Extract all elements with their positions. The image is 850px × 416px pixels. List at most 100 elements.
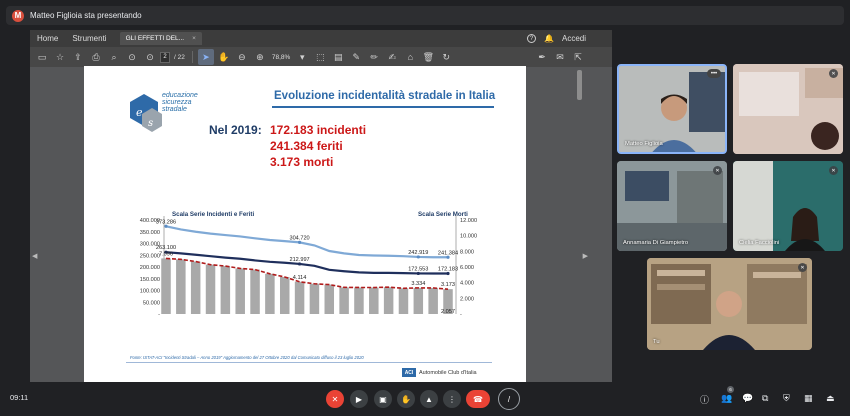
participant-tile[interactable]: ••• Matteo Figlioia [617, 64, 727, 154]
zoom-in-icon[interactable]: ⊕ [252, 49, 268, 65]
more-options-icon[interactable]: ••• [707, 69, 721, 78]
captions-button[interactable]: ▣ [374, 390, 392, 408]
more-options-button[interactable]: ⋮ [443, 390, 461, 408]
draw-icon[interactable]: ✍ [384, 49, 400, 65]
comment-icon[interactable]: ▤ [330, 49, 346, 65]
lock-icon[interactable]: ⏏ [826, 393, 835, 404]
participant-count-badge: 6 [727, 386, 734, 393]
camera-button[interactable]: ▶ [350, 390, 368, 408]
right-tick-label: 8.000 [460, 249, 474, 255]
es-logo: e s educazione sicurezza stradale [128, 92, 202, 138]
left-tick-label: 150.000 [140, 277, 160, 283]
chat-icon[interactable]: 💬 [742, 393, 753, 404]
participant-tile[interactable]: ✕ [733, 64, 843, 154]
aci-mark: ACI [402, 368, 416, 377]
mic-off-icon: ✕ [829, 69, 838, 78]
print-icon[interactable]: ⎙ [88, 49, 104, 65]
deaths-bar [190, 261, 201, 314]
page-number-input[interactable]: 2 [160, 51, 170, 63]
right-tick-label: 2.000 [460, 296, 474, 302]
share-icon[interactable]: ⇱ [570, 49, 586, 65]
activity-button[interactable]: / [498, 388, 520, 410]
aci-logo: ACI Automobile Club d'Italia [402, 368, 477, 377]
incidenti-data-label: 212.997 [289, 257, 309, 263]
left-tick-label: 350.000 [140, 230, 160, 236]
activities-icon[interactable]: ⧉ [762, 393, 768, 404]
hand-icon[interactable]: ✋ [216, 49, 232, 65]
series-line-feriti [165, 225, 449, 259]
zoom-level[interactable]: 78,8% [270, 54, 292, 61]
present-button[interactable]: ▲ [420, 390, 438, 408]
sign-icon[interactable]: ✒ [534, 49, 550, 65]
pencil-icon[interactable]: ✏ [366, 49, 382, 65]
raise-hand-button[interactable]: ✋ [397, 390, 415, 408]
star-icon[interactable]: ☆ [52, 49, 68, 65]
people-icon[interactable]: 👥 [721, 393, 732, 404]
prev-page-icon[interactable]: ◀ [32, 252, 37, 260]
participant-tile[interactable]: ✕ Annamaria Di Giampietro [617, 161, 727, 251]
deaths-bar [205, 264, 216, 314]
next-page-icon[interactable]: ▶ [583, 252, 588, 260]
left-tick-label: 50.000 [143, 300, 160, 306]
participant-name: Cielia Facciolini [739, 240, 780, 246]
save-icon[interactable]: ▭ [34, 49, 50, 65]
chart-source: Fonte: ISTAT-ACI "Incidenti Stradali – A… [130, 355, 364, 360]
help-icon[interactable]: ? [527, 34, 537, 43]
deaths-bar [324, 284, 335, 314]
chevron-down-icon[interactable]: ▾ [294, 49, 310, 65]
zoom-search-icon[interactable]: ⌕ [106, 49, 122, 65]
scrollbar[interactable] [577, 70, 582, 100]
mic-off-icon: ✕ [798, 263, 807, 272]
mic-off-button[interactable]: ✕ [326, 390, 344, 408]
left-tick-label: 100.000 [140, 289, 160, 295]
bell-icon[interactable]: 🔔 [544, 34, 554, 43]
self-video [647, 258, 812, 350]
feriti-data-label: 373.286 [156, 219, 176, 225]
right-tick-label: - [460, 312, 462, 318]
deaths-bar [294, 281, 305, 314]
deaths-bar [309, 283, 320, 314]
deaths-bar [413, 287, 424, 314]
participant-tile[interactable]: ✕ Cielia Facciolini [733, 161, 843, 251]
participant-name: Tu [653, 339, 660, 345]
participant-name: Matteo Figlioia [625, 141, 663, 147]
zoom-out-icon[interactable]: ⊖ [234, 49, 250, 65]
es-logo-mark: e s [130, 94, 162, 132]
self-view-tile[interactable]: ✕ Tu [647, 258, 812, 350]
mic-off-icon: ✕ [713, 166, 722, 175]
cursor-icon[interactable]: ➤ [197, 49, 214, 65]
incidenti-data-label: 172.183 [438, 267, 458, 273]
stat-incidenti: 172.183 incidenti [270, 123, 367, 137]
feriti-data-label: 241.384 [438, 250, 458, 256]
menu-strumenti[interactable]: Strumenti [65, 34, 113, 43]
deaths-bar [176, 259, 186, 314]
document-tab[interactable]: GLI EFFETTI DEL... × [119, 32, 202, 45]
shield-icon[interactable]: ⛨ [783, 393, 790, 404]
trash-icon[interactable]: 🗑 [420, 49, 436, 65]
grid-icon[interactable]: ▦ [804, 393, 813, 404]
incidenti-data-label: 172.553 [408, 266, 428, 272]
presenter-avatar: M [12, 9, 24, 22]
select-tool-icon[interactable]: ⬚ [312, 49, 328, 65]
page-down-icon[interactable]: ⊙ [142, 49, 158, 65]
close-icon[interactable]: × [192, 35, 196, 42]
email-icon[interactable]: ✉ [552, 49, 568, 65]
leave-call-button[interactable]: ☎ [466, 390, 490, 408]
shared-screen: Home Strumenti GLI EFFETTI DEL... × ? 🔔 … [30, 30, 612, 382]
deaths-bar [235, 268, 245, 314]
deaths-bar [161, 258, 171, 314]
deaths-bar [279, 276, 290, 314]
rotate-icon[interactable]: ↻ [438, 49, 454, 65]
highlight-icon[interactable]: ✎ [348, 49, 364, 65]
info-icon[interactable]: ⓘ [700, 393, 709, 406]
menu-home[interactable]: Home [30, 34, 65, 43]
feriti-data-label: 242.919 [408, 250, 428, 256]
stat-morti: 3.173 morti [270, 155, 334, 169]
signin-button[interactable]: Accedi [562, 34, 586, 43]
logo-text: educazione sicurezza stradale [162, 92, 198, 113]
viewer-menubar: Home Strumenti GLI EFFETTI DEL... × ? 🔔 … [30, 30, 612, 47]
stamp-icon[interactable]: ⌂ [402, 49, 418, 65]
page-up-icon[interactable]: ⊙ [124, 49, 140, 65]
upload-icon[interactable]: ⇪ [70, 49, 86, 65]
deaths-bar [354, 287, 364, 314]
